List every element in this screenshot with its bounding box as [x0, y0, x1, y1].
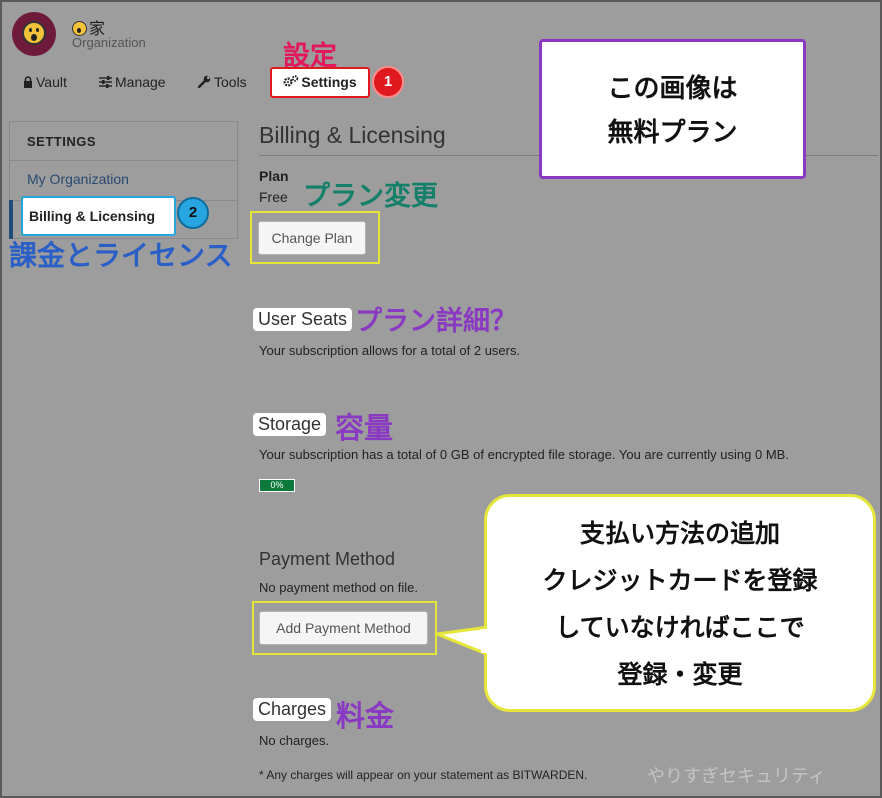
- add-payment-method-button[interactable]: Add Payment Method: [259, 611, 428, 645]
- tab-manage-label: Manage: [115, 74, 166, 90]
- change-plan-annotation: プラン変更: [303, 181, 438, 211]
- payment-callout-line: クレジットカードを登録: [542, 567, 818, 595]
- sidebar-divider: [10, 160, 237, 161]
- gears-icon: [283, 75, 299, 87]
- free-plan-callout-line: 無料プラン: [607, 117, 738, 147]
- organization-avatar[interactable]: [12, 12, 56, 56]
- payment-callout-line: 登録・変更: [617, 661, 743, 689]
- wrench-icon: [197, 75, 211, 89]
- sidebar-item-billing-licensing[interactable]: Billing & Licensing: [21, 196, 176, 236]
- plan-detail-annotation: プラン詳細？: [355, 306, 517, 336]
- user-seats-heading: User Seats: [253, 308, 353, 331]
- charges-text: No charges.: [259, 733, 330, 748]
- sidebar-heading: SETTINGS: [27, 134, 97, 149]
- step-badge-1: 1: [372, 66, 404, 98]
- payment-callout-line: していなければここで: [555, 614, 805, 642]
- sidebar-item-my-organization[interactable]: My Organization: [27, 171, 129, 187]
- plan-label: Plan: [259, 168, 289, 184]
- step-badge-2: 2: [177, 197, 209, 229]
- payment-method-heading: Payment Method: [259, 549, 396, 569]
- payment-callout-line: 支払い方法の追加: [579, 520, 780, 548]
- lock-icon: [24, 76, 32, 88]
- page-title: Billing & Licensing: [259, 122, 446, 148]
- charges-footnote: * Any charges will appear on your statem…: [259, 768, 588, 782]
- plan-value: Free: [259, 189, 288, 205]
- charges-annotation: 料金: [336, 701, 395, 733]
- tab-vault[interactable]: Vault: [23, 74, 67, 90]
- tab-tools-label: Tools: [214, 74, 247, 90]
- storage-progress-bar: 0%: [259, 479, 295, 492]
- charges-heading: Charges: [253, 698, 332, 721]
- billing-annotation: 課金とライセンス: [9, 240, 233, 271]
- tab-vault-label: Vault: [36, 74, 67, 90]
- change-plan-button[interactable]: Change Plan: [258, 221, 366, 255]
- storage-text: Your subscription has a total of 0 GB of…: [259, 447, 789, 462]
- user-seats-text: Your subscription allows for a total of …: [259, 343, 521, 358]
- tab-settings-label: Settings: [301, 74, 357, 90]
- callout-pointer-mask: [481, 629, 491, 653]
- payment-callout: 支払い方法の追加 クレジットカードを登録 していなければここで 登録・変更: [484, 494, 876, 712]
- settings-annotation: 設定: [283, 41, 337, 71]
- free-plan-callout-line: この画像は: [607, 73, 738, 103]
- organization-subtitle: Organization: [72, 35, 146, 50]
- screaming-face-icon: [72, 21, 87, 36]
- free-plan-callout: この画像は 無料プラン: [539, 39, 806, 179]
- sliders-icon: [99, 76, 112, 88]
- watermark: やりすぎセキュリティ: [647, 766, 826, 786]
- tab-tools[interactable]: Tools: [197, 74, 247, 90]
- tab-manage[interactable]: Manage: [99, 74, 166, 90]
- storage-heading: Storage: [253, 413, 327, 436]
- payment-method-text: No payment method on file.: [259, 580, 418, 595]
- screaming-face-icon: [22, 21, 46, 45]
- storage-annotation: 容量: [335, 413, 394, 445]
